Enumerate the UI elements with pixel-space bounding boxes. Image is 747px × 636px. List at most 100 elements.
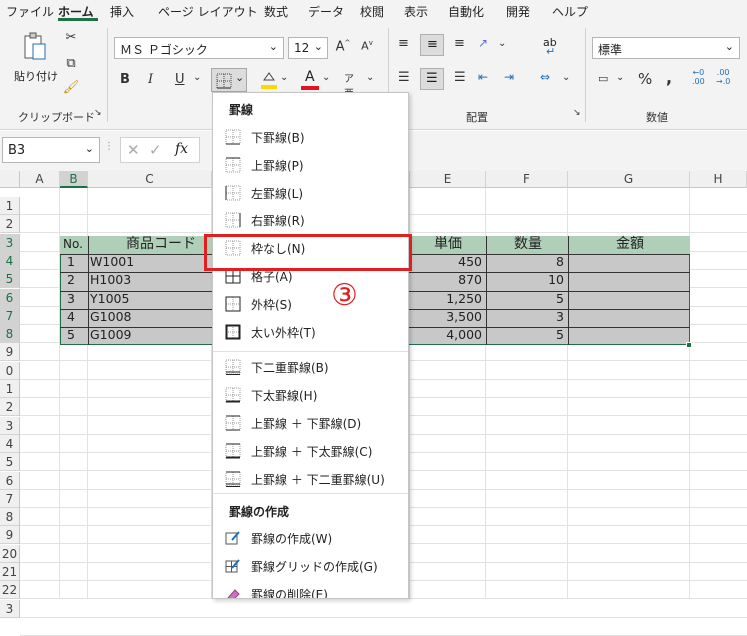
- row-header[interactable]: 22: [0, 581, 20, 600]
- row-header[interactable]: 3: [0, 416, 20, 435]
- column-header-F[interactable]: F: [486, 171, 568, 188]
- chevron-down-icon[interactable]: ⌄: [616, 72, 624, 83]
- row-header[interactable]: 2: [0, 398, 20, 417]
- menu-item-draw-border-grid[interactable]: 罫線グリッドの作成(G): [213, 553, 408, 579]
- menu-item-right-border[interactable]: 右罫線(R): [213, 207, 408, 233]
- increase-font-size-icon[interactable]: A^: [334, 39, 352, 54]
- comma-style-button[interactable]: ,: [666, 68, 672, 87]
- fill-color-icon[interactable]: [260, 70, 278, 90]
- row-header[interactable]: 6: [0, 288, 20, 307]
- row-header[interactable]: 7: [0, 306, 20, 325]
- format-painter-icon[interactable]: 🖌: [62, 80, 80, 95]
- row-header[interactable]: 2: [0, 215, 20, 234]
- chevron-down-icon[interactable]: ⌄: [498, 38, 506, 49]
- menu-item-thick-bottom-border[interactable]: 下太罫線(H): [213, 382, 408, 408]
- table-cell[interactable]: 870: [410, 271, 482, 289]
- table-cell[interactable]: 3,500: [410, 308, 482, 326]
- underline-button[interactable]: U: [175, 72, 185, 87]
- column-header-G[interactable]: G: [568, 171, 690, 188]
- table-cell[interactable]: 5: [488, 290, 564, 308]
- table-cell[interactable]: 単価: [410, 235, 486, 253]
- table-cell[interactable]: No.: [63, 235, 88, 253]
- row-header[interactable]: 3: [0, 599, 20, 618]
- align-right-icon[interactable]: ☰: [454, 70, 466, 85]
- table-cell[interactable]: 10: [488, 271, 564, 289]
- clipboard-dialog-launcher-icon[interactable]: ↘: [94, 108, 102, 118]
- tab-automate[interactable]: 自動化: [448, 3, 484, 20]
- table-cell[interactable]: 450: [410, 253, 482, 271]
- table-cell[interactable]: W1001: [90, 253, 212, 271]
- chevron-down-icon[interactable]: ⌄: [280, 72, 288, 83]
- table-cell[interactable]: 1,250: [410, 290, 482, 308]
- menu-item-top-and-double-bottom-border[interactable]: 上罫線 ＋ 下二重罫線(U): [213, 466, 408, 492]
- orientation-icon[interactable]: ↗: [478, 36, 488, 50]
- tab-help[interactable]: ヘルプ: [552, 3, 588, 20]
- table-cell[interactable]: 3: [488, 308, 564, 326]
- row-header[interactable]: 21: [0, 563, 20, 581]
- table-cell[interactable]: 2: [63, 271, 88, 289]
- row-header[interactable]: 3: [0, 233, 20, 252]
- font-color-icon[interactable]: A: [300, 68, 320, 90]
- row-header[interactable]: 1: [0, 380, 20, 398]
- row-header[interactable]: 0: [0, 361, 20, 380]
- menu-item-left-border[interactable]: 左罫線(L): [213, 180, 408, 206]
- chevron-down-icon[interactable]: ⌄: [366, 72, 374, 83]
- row-header[interactable]: 9: [0, 343, 20, 362]
- menu-item-erase-border[interactable]: 罫線の削除(E): [213, 581, 408, 598]
- decrease-font-size-icon[interactable]: Av: [358, 39, 376, 53]
- menu-item-top-border[interactable]: 上罫線(P): [213, 152, 408, 178]
- table-cell[interactable]: 8: [488, 253, 564, 271]
- row-header[interactable]: 5: [0, 453, 20, 472]
- menu-item-bottom-border[interactable]: 下罫線(B): [213, 124, 408, 150]
- tab-review[interactable]: 校閲: [360, 3, 384, 20]
- font-size-dropdown[interactable]: 12 ⌄: [288, 37, 328, 59]
- menu-item-top-and-thick-bottom-border[interactable]: 上罫線 ＋ 下太罫線(C): [213, 438, 408, 464]
- table-cell[interactable]: 数量: [488, 235, 568, 253]
- tab-view[interactable]: 表示: [404, 3, 428, 20]
- chevron-down-icon[interactable]: ⌄: [562, 72, 570, 83]
- table-cell[interactable]: G1009: [90, 326, 212, 344]
- row-header[interactable]: 4: [0, 434, 20, 453]
- menu-item-draw-border[interactable]: 罫線の作成(W): [213, 525, 408, 551]
- table-cell[interactable]: 4: [63, 308, 88, 326]
- tab-formulas[interactable]: 数式: [264, 3, 288, 20]
- increase-indent-icon[interactable]: ⇥: [504, 70, 514, 84]
- select-all-corner[interactable]: [0, 171, 20, 188]
- row-header[interactable]: 1: [0, 197, 20, 215]
- table-cell[interactable]: 5: [488, 326, 564, 344]
- menu-item-bottom-double-border[interactable]: 下二重罫線(B): [213, 354, 408, 380]
- table-cell[interactable]: 商品コード: [90, 235, 212, 253]
- borders-button[interactable]: ⌄: [211, 68, 247, 92]
- alignment-dialog-launcher-icon[interactable]: ↘: [573, 108, 581, 118]
- menu-item-outside-borders[interactable]: 外枠(S): [213, 291, 408, 317]
- bold-button[interactable]: B: [120, 72, 130, 87]
- tab-developer[interactable]: 開発: [506, 3, 530, 20]
- table-cell[interactable]: 3: [63, 290, 88, 308]
- chevron-down-icon[interactable]: ⌄: [322, 72, 330, 83]
- wrap-text-icon[interactable]: ab ↵: [542, 36, 560, 58]
- paste-button[interactable]: 貼り付け: [14, 68, 58, 84]
- menu-item-thick-outside-borders[interactable]: 太い外枠(T): [213, 319, 408, 345]
- column-header-B[interactable]: B: [60, 171, 88, 188]
- table-cell[interactable]: 1: [63, 253, 88, 271]
- column-header-E[interactable]: E: [410, 171, 486, 188]
- table-cell[interactable]: H1003: [90, 271, 212, 289]
- middle-align-icon[interactable]: ≡: [420, 34, 444, 56]
- paste-icon[interactable]: [22, 32, 48, 62]
- decrease-indent-icon[interactable]: ⇤: [478, 70, 488, 84]
- cancel-icon[interactable]: ✕: [127, 141, 140, 159]
- fill-handle[interactable]: [686, 342, 692, 349]
- table-cell[interactable]: 5: [63, 326, 88, 344]
- row-header[interactable]: 9: [0, 526, 20, 545]
- bottom-align-icon[interactable]: ≡: [454, 36, 465, 51]
- tab-file[interactable]: ファイル: [6, 3, 54, 20]
- row-header[interactable]: 4: [0, 251, 20, 270]
- row-header[interactable]: 8: [0, 508, 20, 527]
- name-box[interactable]: B3 ⌄: [2, 137, 100, 163]
- align-left-icon[interactable]: ☰: [398, 70, 410, 85]
- column-header-C[interactable]: C: [88, 171, 212, 188]
- table-cell[interactable]: Y1005: [90, 290, 212, 308]
- copy-icon[interactable]: ⧉: [62, 56, 80, 71]
- tab-insert[interactable]: 挿入: [110, 3, 134, 20]
- insert-function-button[interactable]: fx: [175, 141, 188, 157]
